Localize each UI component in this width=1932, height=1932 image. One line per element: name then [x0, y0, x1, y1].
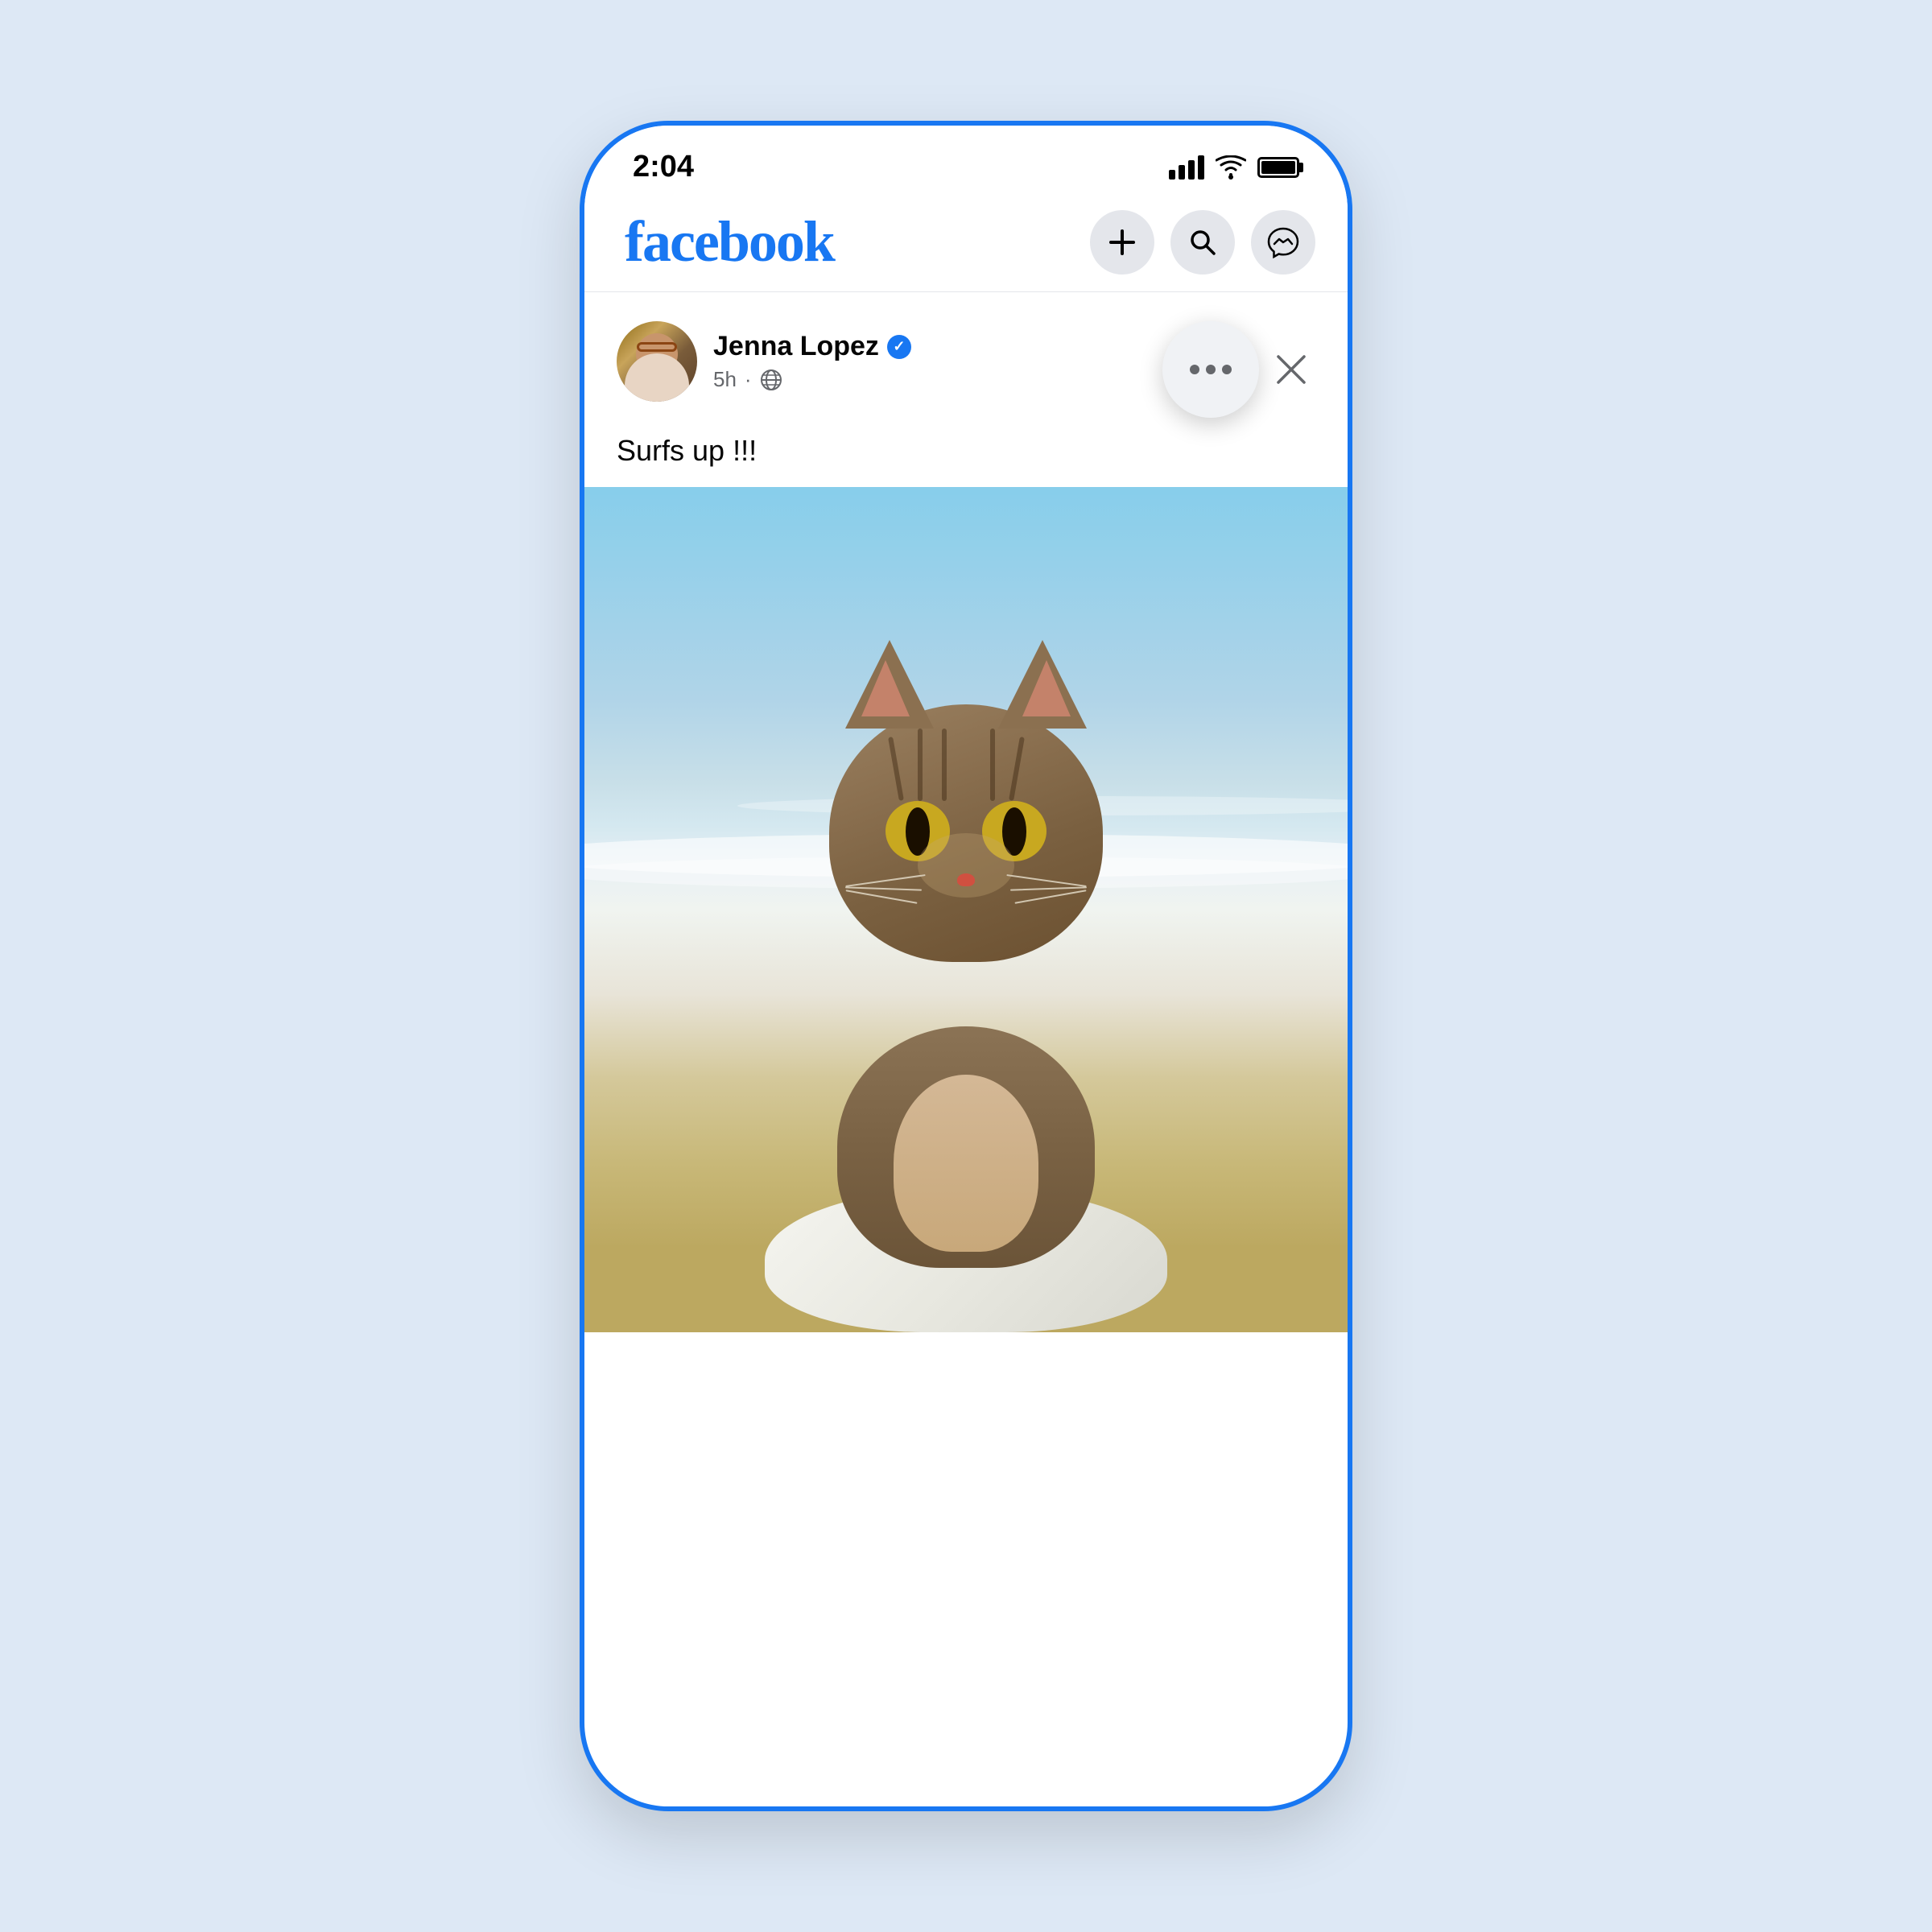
- close-post-button[interactable]: [1267, 345, 1315, 394]
- user-name-row: Jenna Lopez ✓: [713, 331, 911, 362]
- post-user-info: Jenna Lopez ✓ 5h ·: [617, 321, 911, 402]
- whisker-left-1: [845, 874, 925, 887]
- cat-stripe-5: [1009, 737, 1025, 801]
- header-actions: [1090, 210, 1315, 275]
- post-meta: 5h ·: [713, 367, 911, 392]
- whisker-right-2: [1010, 886, 1087, 890]
- app-header: facebook: [584, 192, 1348, 291]
- cat-figure: [773, 704, 1159, 1268]
- user-details: Jenna Lopez ✓ 5h ·: [713, 331, 911, 392]
- whisker-left-2: [845, 886, 922, 890]
- post-text: Surfs up !!!: [584, 434, 1348, 487]
- globe-icon: [760, 369, 782, 391]
- cat-head: [829, 704, 1103, 962]
- add-button[interactable]: [1090, 210, 1154, 275]
- wifi-icon: [1216, 155, 1246, 180]
- meta-dot: ·: [745, 367, 752, 392]
- signal-bars-icon: [1169, 155, 1204, 180]
- cat-stripe-4: [990, 729, 995, 801]
- post-image[interactable]: [584, 487, 1348, 1332]
- cat-body: [837, 1026, 1095, 1268]
- post-actions: [1162, 321, 1315, 418]
- plus-icon: [1108, 228, 1137, 257]
- whisker-right-1: [1006, 874, 1086, 887]
- status-icons: [1169, 155, 1299, 180]
- more-options-button[interactable]: [1162, 321, 1259, 418]
- cat-nose: [957, 873, 975, 886]
- battery-fill: [1261, 161, 1295, 174]
- whisker-left-3: [846, 890, 918, 904]
- avatar[interactable]: [617, 321, 697, 402]
- cat-ear-right-inner: [1022, 660, 1071, 716]
- post-time: 5h: [713, 367, 737, 392]
- cat-stripe-3: [942, 729, 947, 801]
- messenger-icon: [1267, 226, 1299, 258]
- battery-icon: [1257, 157, 1299, 178]
- search-icon: [1188, 228, 1217, 257]
- three-dots-icon: [1190, 365, 1232, 374]
- status-time: 2:04: [633, 150, 694, 184]
- status-bar: 2:04: [584, 126, 1348, 192]
- whisker-right-3: [1015, 890, 1087, 904]
- messenger-button[interactable]: [1251, 210, 1315, 275]
- avatar-glasses: [637, 342, 677, 352]
- avatar-body: [625, 353, 689, 402]
- divider: [584, 291, 1348, 292]
- search-button[interactable]: [1170, 210, 1235, 275]
- post-header: Jenna Lopez ✓ 5h ·: [584, 297, 1348, 434]
- cat-chest: [894, 1075, 1038, 1252]
- verified-badge: ✓: [887, 335, 911, 359]
- close-icon: [1274, 352, 1309, 387]
- cat-stripe-2: [918, 729, 923, 801]
- post-card: Jenna Lopez ✓ 5h ·: [584, 297, 1348, 1332]
- cat-stripe-1: [888, 737, 904, 801]
- user-name[interactable]: Jenna Lopez: [713, 331, 879, 362]
- facebook-logo: facebook: [625, 208, 834, 275]
- cat-face-light: [918, 833, 1014, 898]
- phone-frame: 2:04 facebook: [580, 121, 1352, 1811]
- cat-ear-left-inner: [861, 660, 910, 716]
